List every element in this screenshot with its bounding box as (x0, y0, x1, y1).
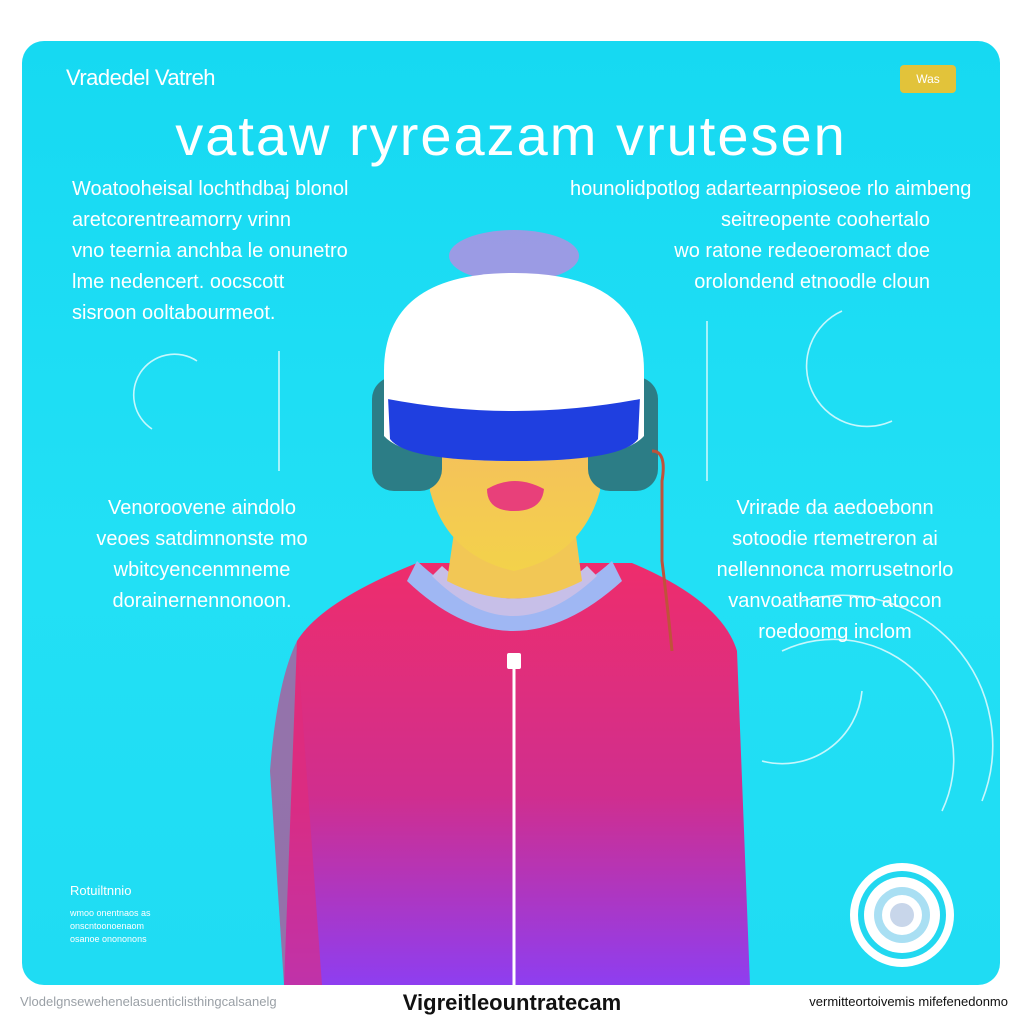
intro-paragraph-left: Woatooheisal lochthdbaj blonol aretcoren… (72, 174, 349, 329)
intro-paragraph-right: hounolidpotlog adartearnpioseoe rlo aimb… (570, 174, 972, 298)
text-line: wbitcyencenmneme (113, 559, 291, 581)
target-rings-icon (850, 863, 954, 967)
feature-paragraph-right: Vrirade da aedoebonn sotoodie rtemetrero… (700, 493, 970, 648)
text-line: orolondend etnoodle cloun (694, 271, 930, 293)
text-line: Woatooheisal lochthdbaj blonol (72, 178, 349, 200)
brand-name: Vradedel Vatreh (66, 65, 216, 90)
feature-paragraph-left: Venoroovene aindolo veoes satdimnonste m… (72, 493, 332, 617)
headline: vataw ryreazam vrutesen (175, 104, 847, 167)
fine-print-line: osanoe onononons (70, 934, 147, 944)
fine-print: wmoo onentnaos as onscntoonoenaom osanoe… (70, 907, 151, 946)
text-line: nellennonca morrusetnorlo (716, 559, 954, 581)
text-line: lme nedencert. oocscott (72, 271, 285, 293)
text-line: vno teernia anchba le onunetro (72, 240, 348, 262)
status-badge: Was (900, 65, 956, 93)
fine-print-title: Rotuiltnnio (70, 883, 132, 898)
text-line: hounolidpotlog adartearnpioseoe rlo aimb… (570, 178, 972, 200)
text-line: Vrirade da aedoebonn (736, 497, 934, 519)
text-line: veoes satdimnonste mo (96, 528, 308, 550)
text-line: aretcorentreamorry vrinn (72, 209, 291, 231)
fine-print-line: wmoo onentnaos as (70, 908, 151, 918)
text-line: Venoroovene aindolo (108, 497, 296, 519)
text-line: dorainernennonoon. (112, 590, 292, 612)
text-line: wo ratone redeoeromact doe (674, 240, 930, 262)
text-line: vanvoathane mo atocon (728, 590, 942, 612)
footer-right-text: vermitteortoivemis mifefenedonmo (809, 994, 1008, 1009)
text-line: roedoomg inclom (758, 621, 912, 643)
text-line: sisroon ooltabourmeot. (72, 302, 276, 324)
poster-card: Vradedel Vatreh Was vataw ryreazam vrute… (22, 41, 1000, 985)
text-line: seitreopente coohertalo (720, 209, 930, 231)
text-line: sotoodie rtemetreron ai (732, 528, 938, 550)
fine-print-line: onscntoonoenaom (70, 921, 145, 931)
